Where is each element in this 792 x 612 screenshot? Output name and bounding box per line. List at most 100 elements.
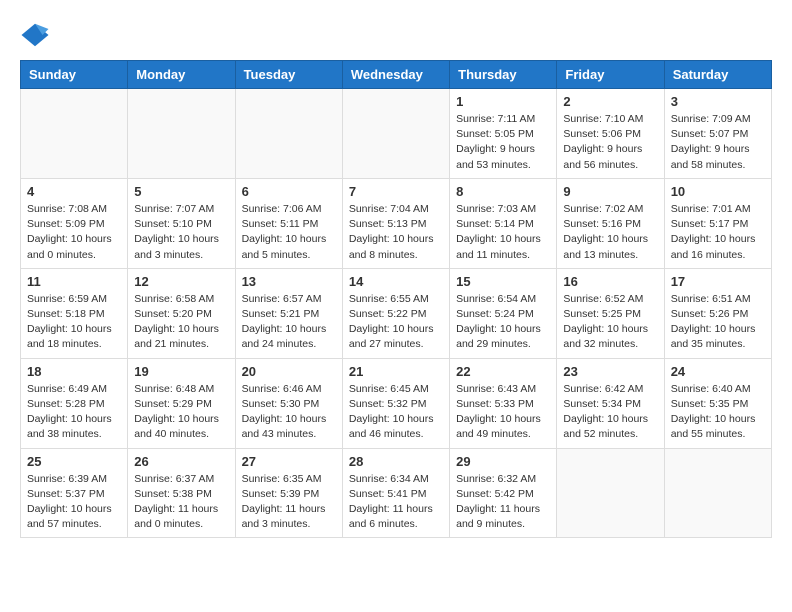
day-info: Sunrise: 6:59 AM Sunset: 5:18 PM Dayligh… [27,292,121,353]
weekday-header-tuesday: Tuesday [235,61,342,89]
day-number: 13 [242,274,336,289]
day-number: 20 [242,364,336,379]
logo [20,20,55,50]
day-number: 22 [456,364,550,379]
day-cell [21,89,128,179]
day-number: 4 [27,184,121,199]
logo-icon [20,20,50,50]
day-info: Sunrise: 6:55 AM Sunset: 5:22 PM Dayligh… [349,292,443,353]
day-cell: 27 Sunrise: 6:35 AM Sunset: 5:39 PM Dayli… [235,448,342,538]
day-cell: 16 Sunrise: 6:52 AM Sunset: 5:25 PM Dayli… [557,268,664,358]
calendar: SundayMondayTuesdayWednesdayThursdayFrid… [20,60,772,538]
week-row-2: 4Sunrise: 7:08 AM Sunset: 5:09 PM Daylig… [21,178,772,268]
day-cell: 18 Sunrise: 6:49 AM Sunset: 5:28 PM Dayli… [21,358,128,448]
week-row-1: 1 Sunrise: 7:11 AM Sunset: 5:05 PM Daylig… [21,89,772,179]
day-number: 9 [563,184,657,199]
day-cell: 17 Sunrise: 6:51 AM Sunset: 5:26 PM Dayli… [664,268,771,358]
day-cell: 5 Sunrise: 7:07 AM Sunset: 5:10 PM Daylig… [128,178,235,268]
day-number: 27 [242,454,336,469]
day-cell: 10 Sunrise: 7:01 AM Sunset: 5:17 PM Dayli… [664,178,771,268]
day-cell: 13 Sunrise: 6:57 AM Sunset: 5:21 PM Dayli… [235,268,342,358]
day-number: 24 [671,364,765,379]
day-number: 19 [134,364,228,379]
day-info: Sunrise: 7:01 AM Sunset: 5:17 PM Dayligh… [671,202,765,263]
day-number: 21 [349,364,443,379]
day-cell: 25 Sunrise: 6:39 AM Sunset: 5:37 PM Dayli… [21,448,128,538]
day-info: Sunrise: 6:40 AM Sunset: 5:35 PM Dayligh… [671,382,765,443]
day-info: Sunrise: 6:46 AM Sunset: 5:30 PM Dayligh… [242,382,336,443]
day-number: 10 [671,184,765,199]
day-info: Sunrise: 6:52 AM Sunset: 5:25 PM Dayligh… [563,292,657,353]
day-info: Sunrise: 7:09 AM Sunset: 5:07 PM Dayligh… [671,112,765,173]
day-info: Sunrise: 6:43 AM Sunset: 5:33 PM Dayligh… [456,382,550,443]
weekday-header-wednesday: Wednesday [342,61,449,89]
day-number: 16 [563,274,657,289]
day-info: Sunrise: 7:10 AM Sunset: 5:06 PM Dayligh… [563,112,657,173]
day-cell [557,448,664,538]
day-number: 18 [27,364,121,379]
day-number: 1 [456,94,550,109]
day-info: Sunrise: 7:03 AM Sunset: 5:14 PM Dayligh… [456,202,550,263]
day-info: Sunrise: 6:35 AM Sunset: 5:39 PM Dayligh… [242,472,336,533]
day-number: 14 [349,274,443,289]
day-number: 25 [27,454,121,469]
day-info: Sunrise: 6:42 AM Sunset: 5:34 PM Dayligh… [563,382,657,443]
day-number: 15 [456,274,550,289]
day-cell [128,89,235,179]
day-cell: 22 Sunrise: 6:43 AM Sunset: 5:33 PM Dayli… [450,358,557,448]
day-cell: 14 Sunrise: 6:55 AM Sunset: 5:22 PM Dayli… [342,268,449,358]
day-number: 23 [563,364,657,379]
day-cell [664,448,771,538]
day-cell: 11Sunrise: 6:59 AM Sunset: 5:18 PM Dayli… [21,268,128,358]
day-number: 8 [456,184,550,199]
day-info: Sunrise: 7:11 AM Sunset: 5:05 PM Dayligh… [456,112,550,173]
day-info: Sunrise: 7:07 AM Sunset: 5:10 PM Dayligh… [134,202,228,263]
weekday-header-sunday: Sunday [21,61,128,89]
day-number: 3 [671,94,765,109]
day-number: 28 [349,454,443,469]
day-info: Sunrise: 6:37 AM Sunset: 5:38 PM Dayligh… [134,472,228,533]
day-info: Sunrise: 6:45 AM Sunset: 5:32 PM Dayligh… [349,382,443,443]
day-info: Sunrise: 6:49 AM Sunset: 5:28 PM Dayligh… [27,382,121,443]
day-cell: 28 Sunrise: 6:34 AM Sunset: 5:41 PM Dayli… [342,448,449,538]
day-cell: 9 Sunrise: 7:02 AM Sunset: 5:16 PM Daylig… [557,178,664,268]
day-cell [235,89,342,179]
day-cell: 6Sunrise: 7:06 AM Sunset: 5:11 PM Daylig… [235,178,342,268]
day-number: 7 [349,184,443,199]
day-number: 5 [134,184,228,199]
weekday-header-friday: Friday [557,61,664,89]
weekday-header-row: SundayMondayTuesdayWednesdayThursdayFrid… [21,61,772,89]
day-info: Sunrise: 6:39 AM Sunset: 5:37 PM Dayligh… [27,472,121,533]
weekday-header-saturday: Saturday [664,61,771,89]
day-info: Sunrise: 7:04 AM Sunset: 5:13 PM Dayligh… [349,202,443,263]
day-number: 29 [456,454,550,469]
day-cell: 29 Sunrise: 6:32 AM Sunset: 5:42 PM Dayli… [450,448,557,538]
day-cell: 15 Sunrise: 6:54 AM Sunset: 5:24 PM Dayli… [450,268,557,358]
day-number: 6 [242,184,336,199]
day-info: Sunrise: 6:57 AM Sunset: 5:21 PM Dayligh… [242,292,336,353]
day-cell: 4Sunrise: 7:08 AM Sunset: 5:09 PM Daylig… [21,178,128,268]
day-cell: 12Sunrise: 6:58 AM Sunset: 5:20 PM Dayli… [128,268,235,358]
day-info: Sunrise: 6:32 AM Sunset: 5:42 PM Dayligh… [456,472,550,533]
weekday-header-thursday: Thursday [450,61,557,89]
day-cell: 3 Sunrise: 7:09 AM Sunset: 5:07 PM Daylig… [664,89,771,179]
day-cell: 1 Sunrise: 7:11 AM Sunset: 5:05 PM Daylig… [450,89,557,179]
day-cell: 24 Sunrise: 6:40 AM Sunset: 5:35 PM Dayli… [664,358,771,448]
day-number: 26 [134,454,228,469]
day-cell: 19 Sunrise: 6:48 AM Sunset: 5:29 PM Dayli… [128,358,235,448]
day-number: 2 [563,94,657,109]
day-cell: 7 Sunrise: 7:04 AM Sunset: 5:13 PM Daylig… [342,178,449,268]
day-number: 17 [671,274,765,289]
day-cell: 20 Sunrise: 6:46 AM Sunset: 5:30 PM Dayli… [235,358,342,448]
day-info: Sunrise: 6:48 AM Sunset: 5:29 PM Dayligh… [134,382,228,443]
week-row-5: 25 Sunrise: 6:39 AM Sunset: 5:37 PM Dayli… [21,448,772,538]
day-info: Sunrise: 7:02 AM Sunset: 5:16 PM Dayligh… [563,202,657,263]
day-info: Sunrise: 6:34 AM Sunset: 5:41 PM Dayligh… [349,472,443,533]
day-cell: 23 Sunrise: 6:42 AM Sunset: 5:34 PM Dayli… [557,358,664,448]
day-info: Sunrise: 6:54 AM Sunset: 5:24 PM Dayligh… [456,292,550,353]
day-cell: 2 Sunrise: 7:10 AM Sunset: 5:06 PM Daylig… [557,89,664,179]
day-number: 12 [134,274,228,289]
day-info: Sunrise: 6:51 AM Sunset: 5:26 PM Dayligh… [671,292,765,353]
day-cell: 26 Sunrise: 6:37 AM Sunset: 5:38 PM Dayli… [128,448,235,538]
week-row-3: 11Sunrise: 6:59 AM Sunset: 5:18 PM Dayli… [21,268,772,358]
